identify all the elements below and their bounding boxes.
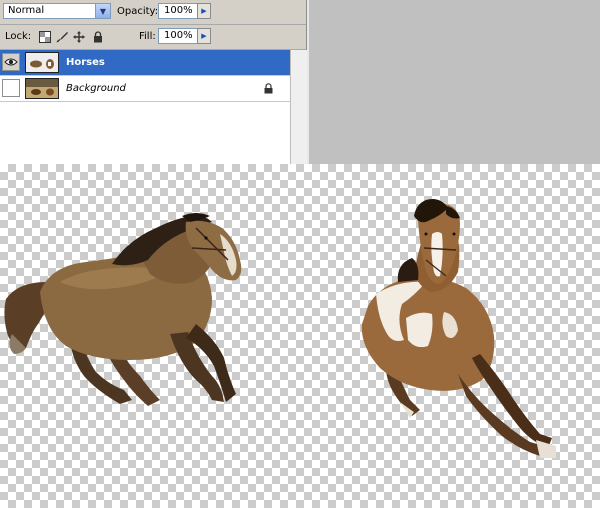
layer-row-horses[interactable]: Horses [0,50,290,76]
horses-image [4,199,556,458]
visibility-toggle[interactable] [2,53,20,71]
blend-mode-value: Normal [8,5,45,16]
chevron-down-icon[interactable]: ▼ [95,4,110,18]
blend-mode-select[interactable]: Normal ▼ [3,3,111,19]
layer-thumbnail [25,52,59,73]
lock-label: Lock: [5,31,32,42]
layer-row-background[interactable]: Background [0,76,290,102]
layer-thumbnail [25,78,59,99]
lock-icon [264,83,273,97]
fill-slider-button[interactable]: ▶ [197,28,211,44]
layer-name: Horses [66,57,105,68]
opacity-value: 100% [164,5,193,16]
document-canvas[interactable] [0,164,600,508]
layer-list: Horses Background [0,50,290,164]
blend-row: Normal ▼ Opacity: 100% ▶ [0,0,306,25]
fill-input[interactable]: 100% [158,28,198,44]
opacity-slider-button[interactable]: ▶ [197,3,211,19]
fill-label: Fill: [139,31,156,42]
opacity-input[interactable]: 100% [158,3,198,19]
lock-position-icon[interactable] [73,31,85,43]
visibility-toggle[interactable] [2,79,20,97]
left-horse [4,213,242,406]
lock-image-pixels-icon[interactable] [56,31,68,43]
layers-panel: Normal ▼ Opacity: 100% ▶ Lock: Fill: 100… [0,0,307,164]
layer-name: Background [66,83,126,94]
layers-scrollbar[interactable] [290,50,307,164]
opacity-label: Opacity: [117,6,159,17]
lock-transparent-pixels-icon[interactable] [39,31,51,43]
lock-all-icon[interactable] [92,31,104,43]
eye-icon [4,58,18,66]
workspace-background [307,0,600,164]
right-horse [361,199,556,458]
fill-value: 100% [164,30,193,41]
